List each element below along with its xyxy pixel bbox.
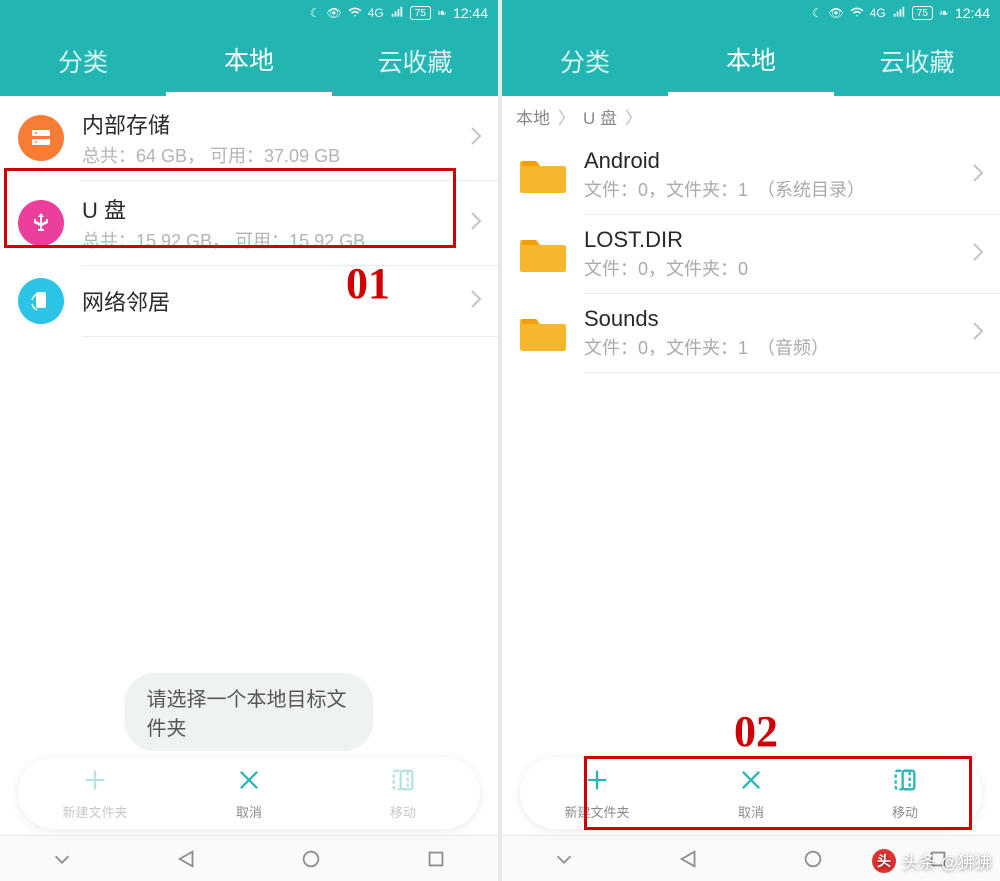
folder-row[interactable]: LOST.DIR 文件：0，文件夹：0 [502, 215, 1000, 293]
folder-icon [520, 155, 566, 195]
moon-icon: ☾ [310, 6, 321, 20]
folder-row[interactable]: Sounds 文件：0，文件夹：1 （音频） [502, 294, 1000, 372]
chevron-right-icon [972, 163, 984, 188]
folder-meta: 文件：0，文件夹：0 [584, 255, 966, 281]
net-label: 4G [870, 6, 886, 20]
tab-local[interactable]: 本地 [166, 26, 332, 96]
tab-category[interactable]: 分类 [0, 26, 166, 96]
row-title: 内部存储 [82, 108, 464, 140]
chevron-right-icon [972, 242, 984, 267]
action-new-folder[interactable]: 新建文件夹 [18, 757, 172, 829]
close-icon [737, 766, 765, 799]
tab-cloud[interactable]: 云收藏 [332, 26, 498, 96]
nav-home[interactable] [802, 848, 824, 870]
signal-icon [892, 5, 906, 22]
folder-name: Android [584, 148, 966, 174]
tab-category[interactable]: 分类 [502, 26, 668, 96]
move-icon [891, 766, 919, 799]
row-title: 网络邻居 [82, 285, 464, 317]
leaf-icon: ❧ [437, 6, 447, 20]
folder-meta: 文件：0，文件夹：1 （音频） [584, 334, 966, 360]
hdd-icon [18, 115, 64, 161]
plus-icon [81, 766, 109, 799]
action-move[interactable]: 移动 [828, 757, 982, 829]
breadcrumb[interactable]: 本地 〉 U 盘 〉 [502, 96, 1000, 136]
folder-row[interactable]: Android 文件：0，文件夹：1 （系统目录） [502, 136, 1000, 214]
plus-icon [583, 766, 611, 799]
status-time: 12:44 [955, 5, 990, 21]
chevron-right-icon [972, 321, 984, 346]
folder-name: Sounds [584, 306, 966, 332]
status-bar: ☾ 👁 4G 75 ❧ 12:44 [0, 0, 498, 26]
folder-icon [520, 313, 566, 353]
action-bar: 新建文件夹 取消 移动 [18, 757, 480, 829]
net-label: 4G [368, 6, 384, 20]
nav-bar [0, 835, 498, 881]
watermark: 头 头条 @狒狒 [872, 848, 992, 873]
battery-icon: 75 [410, 6, 431, 20]
tab-local[interactable]: 本地 [668, 26, 834, 96]
wifi-icon [850, 5, 864, 22]
screen-right: ☾ 👁 4G 75 ❧ 12:44 分类 本地 云收藏 本地 〉 U 盘 〉 A… [502, 0, 1000, 881]
moon-icon: ☾ [812, 6, 823, 20]
eye-icon: 👁 [829, 6, 844, 20]
battery-icon: 75 [912, 6, 933, 20]
folder-name: LOST.DIR [584, 227, 966, 253]
usb-icon [18, 200, 64, 246]
action-bar: 新建文件夹 取消 移动 [520, 757, 982, 829]
action-new-folder[interactable]: 新建文件夹 [520, 757, 674, 829]
screen-left: ☾ 👁 4G 75 ❧ 12:44 分类 本地 云收藏 内部存储 总共：64 G… [0, 0, 498, 881]
nav-collapse[interactable] [553, 848, 575, 870]
nav-recent[interactable] [425, 848, 447, 870]
watermark-icon: 头 [872, 849, 896, 873]
nav-back[interactable] [176, 848, 198, 870]
nav-home[interactable] [300, 848, 322, 870]
folder-meta: 文件：0，文件夹：1 （系统目录） [584, 176, 966, 202]
signal-icon [390, 5, 404, 22]
row-usb-drive[interactable]: U 盘 总共：15.92 GB， 可用：15.92 GB [0, 181, 498, 265]
action-cancel[interactable]: 取消 [172, 757, 326, 829]
tab-cloud[interactable]: 云收藏 [834, 26, 1000, 96]
action-cancel[interactable]: 取消 [674, 757, 828, 829]
row-network-neighbors[interactable]: 网络邻居 [0, 266, 498, 336]
action-move[interactable]: 移动 [326, 757, 480, 829]
crumb-usb[interactable]: U 盘 [583, 104, 617, 129]
watermark-text: 头条 @狒狒 [902, 848, 992, 873]
chevron-right-icon: 〉 [625, 104, 642, 129]
tabs: 分类 本地 云收藏 [502, 26, 1000, 96]
chevron-right-icon [470, 211, 482, 236]
folder-icon [520, 234, 566, 274]
leaf-icon: ❧ [939, 6, 949, 20]
chevron-right-icon [470, 289, 482, 314]
nav-back[interactable] [678, 848, 700, 870]
status-bar: ☾ 👁 4G 75 ❧ 12:44 [502, 0, 1000, 26]
chevron-right-icon [470, 126, 482, 151]
status-time: 12:44 [453, 5, 488, 21]
close-icon [235, 766, 263, 799]
row-subtitle: 总共：64 GB， 可用：37.09 GB [82, 142, 464, 168]
crumb-local[interactable]: 本地 [516, 104, 550, 129]
highlight-label-02: 02 [734, 706, 778, 757]
row-subtitle: 总共：15.92 GB， 可用：15.92 GB [82, 227, 464, 253]
move-icon [389, 766, 417, 799]
highlight-label-01: 01 [346, 258, 390, 309]
tabs: 分类 本地 云收藏 [0, 26, 498, 96]
row-internal-storage[interactable]: 内部存储 总共：64 GB， 可用：37.09 GB [0, 96, 498, 180]
network-icon [18, 278, 64, 324]
wifi-icon [348, 5, 362, 22]
nav-collapse[interactable] [51, 848, 73, 870]
chevron-right-icon: 〉 [558, 104, 575, 129]
row-title: U 盘 [82, 193, 464, 225]
eye-icon: 👁 [327, 6, 342, 20]
hint-pill: 请选择一个本地目标文件夹 [125, 673, 374, 751]
